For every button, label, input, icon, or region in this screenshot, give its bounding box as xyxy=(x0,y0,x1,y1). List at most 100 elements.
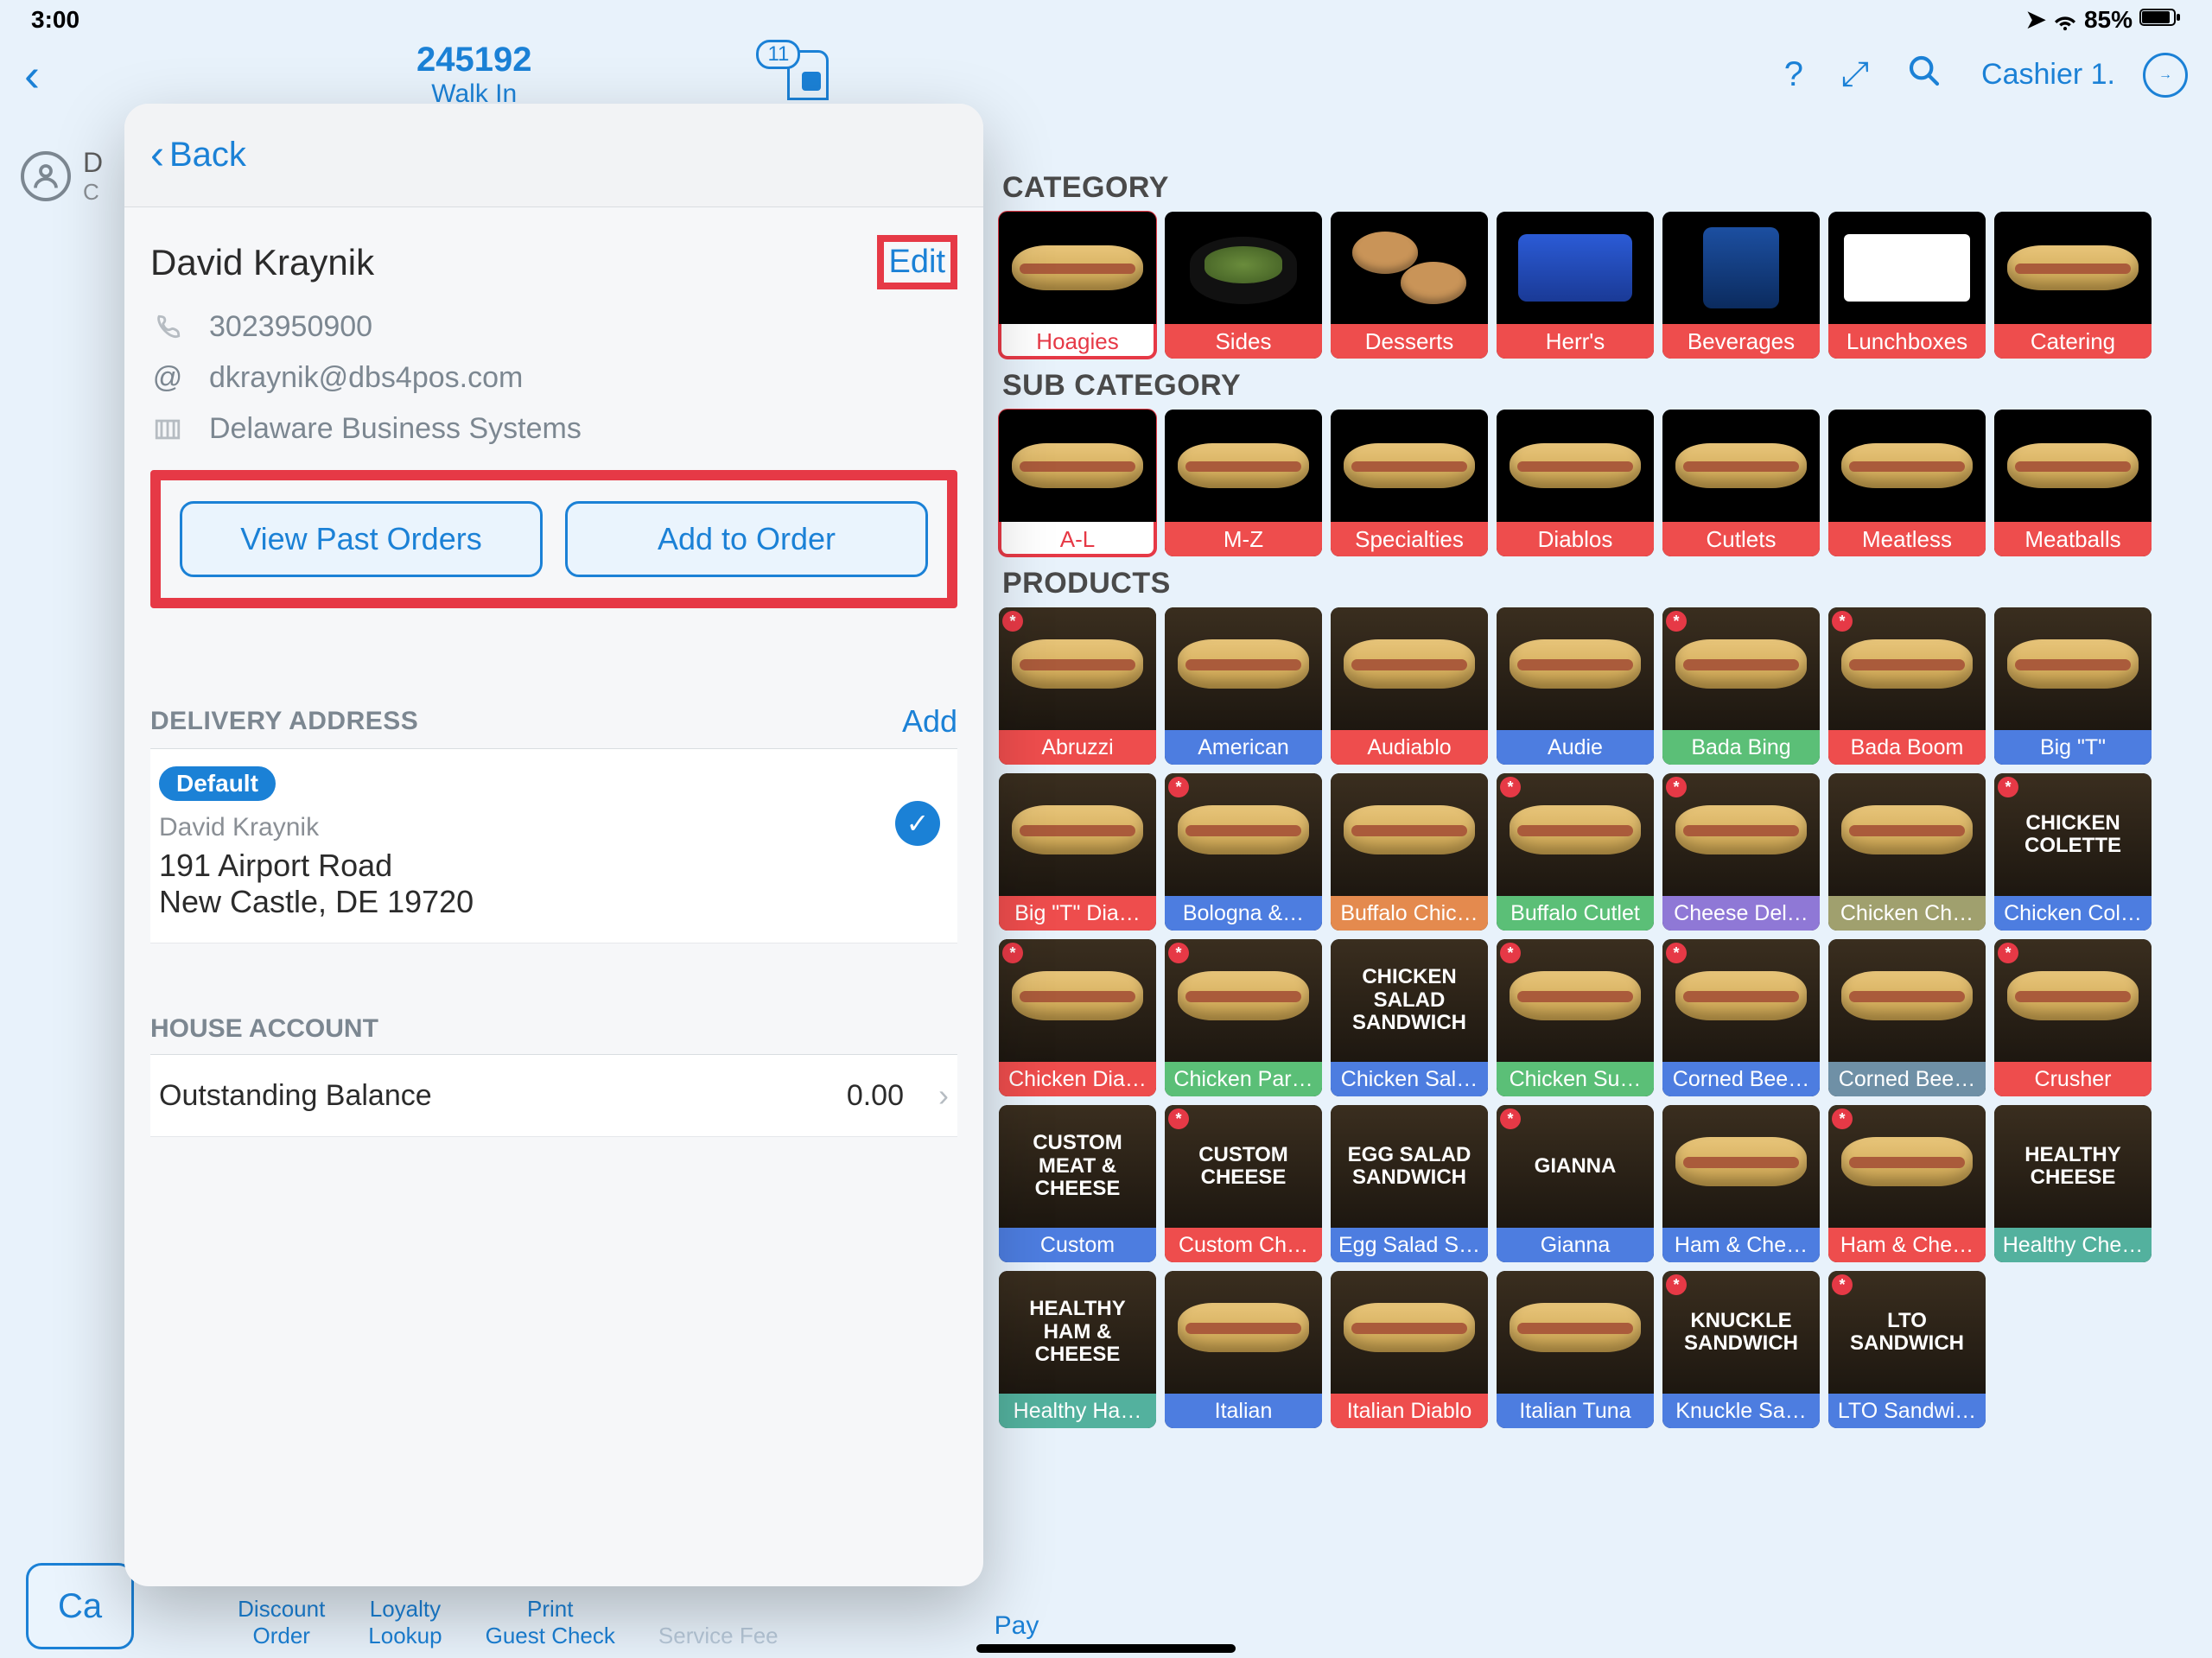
order-doc-badge[interactable]: 11 xyxy=(787,50,829,100)
product-label: Ham & Che… xyxy=(1662,1228,1820,1262)
product-tile-big-t-dia-[interactable]: Big "T" Dia… xyxy=(999,773,1156,931)
star-badge: * xyxy=(1500,943,1521,963)
doc-count: 11 xyxy=(756,40,800,69)
category-tile-hoagies[interactable]: Hoagies xyxy=(999,212,1156,359)
loyalty-lookup-button[interactable]: Loyalty Lookup xyxy=(368,1596,442,1649)
category-tile-herr-s[interactable]: Herr's xyxy=(1497,212,1654,359)
product-tile-ham-che-[interactable]: Ham & Che… xyxy=(1662,1105,1820,1262)
product-tile-corned-bee-[interactable]: Corned Bee… xyxy=(1828,939,1986,1096)
product-image: * xyxy=(1662,939,1820,1062)
product-tile-italian-diablo[interactable]: Italian Diablo xyxy=(1331,1271,1488,1428)
help-icon[interactable]: ? xyxy=(1784,55,1803,94)
print-guest-check-button[interactable]: Print Guest Check xyxy=(486,1596,615,1649)
product-tile-gianna[interactable]: *GIANNAGianna xyxy=(1497,1105,1654,1262)
edit-button[interactable]: Edit xyxy=(889,244,945,280)
product-tile-knuckle-sa-[interactable]: *KNUCKLE SANDWICHKnuckle Sa… xyxy=(1662,1271,1820,1428)
customer-chip[interactable]: D C xyxy=(21,147,103,206)
customer-email: dkraynik@dbs4pos.com xyxy=(209,361,523,395)
product-tile-healthy-che-[interactable]: HEALTHY CHEESEHealthy Che… xyxy=(1994,1105,2152,1262)
product-tile-bologna-[interactable]: *Bologna &… xyxy=(1165,773,1322,931)
product-image xyxy=(1331,773,1488,896)
product-label: Bada Bing xyxy=(1662,730,1820,765)
resize-icon[interactable]: ⤢ xyxy=(1841,55,1869,94)
back-chevron[interactable]: ‹ xyxy=(24,48,40,102)
product-image xyxy=(1497,607,1654,730)
company-icon xyxy=(150,415,185,444)
product-image xyxy=(1497,1271,1654,1394)
subcategory-tile-meatballs[interactable]: Meatballs xyxy=(1994,410,2152,556)
popover-back-button[interactable]: ‹ Back xyxy=(150,131,246,179)
subcategory-tile-specialties[interactable]: Specialties xyxy=(1331,410,1488,556)
category-tile-desserts[interactable]: Desserts xyxy=(1331,212,1488,359)
product-tile-corned-bee-[interactable]: *Corned Bee… xyxy=(1662,939,1820,1096)
view-past-orders-button[interactable]: View Past Orders xyxy=(180,501,543,577)
add-address-button[interactable]: Add xyxy=(902,703,957,740)
product-image: *KNUCKLE SANDWICH xyxy=(1662,1271,1820,1394)
search-icon[interactable] xyxy=(1907,54,1942,97)
avatar-icon xyxy=(21,151,71,201)
product-tile-audie[interactable]: Audie xyxy=(1497,607,1654,765)
subcategory-tile-cutlets[interactable]: Cutlets xyxy=(1662,410,1820,556)
product-tile-ham-che-[interactable]: *Ham & Che… xyxy=(1828,1105,1986,1262)
product-tile-audiablo[interactable]: Audiablo xyxy=(1331,607,1488,765)
product-tile-abruzzi[interactable]: *Abruzzi xyxy=(999,607,1156,765)
category-tile-catering[interactable]: Catering xyxy=(1994,212,2152,359)
cancel-label: Ca xyxy=(58,1587,102,1626)
product-tile-italian-tuna[interactable]: Italian Tuna xyxy=(1497,1271,1654,1428)
category-tile-label: Catering xyxy=(1994,324,2152,359)
product-image xyxy=(1165,1271,1322,1394)
product-tile-bada-boom[interactable]: *Bada Boom xyxy=(1828,607,1986,765)
subcategory-tile-m-z[interactable]: M-Z xyxy=(1165,410,1322,556)
subcategory-tile-meatless[interactable]: Meatless xyxy=(1828,410,1986,556)
phone-icon xyxy=(150,313,185,342)
add-to-order-button[interactable]: Add to Order xyxy=(565,501,928,577)
product-image xyxy=(1165,607,1322,730)
product-image: *LTO SANDWICH xyxy=(1828,1271,1986,1394)
outstanding-balance-row[interactable]: Outstanding Balance 0.00 › xyxy=(150,1055,957,1137)
subcategory-title: SUB CATEGORY xyxy=(1002,369,2196,403)
category-tile-sides[interactable]: Sides xyxy=(1165,212,1322,359)
product-tile-chicken-ch-[interactable]: Chicken Ch… xyxy=(1828,773,1986,931)
product-image: HEALTHY CHEESE xyxy=(1994,1105,2152,1228)
product-tile-buffalo-chic-[interactable]: Buffalo Chic… xyxy=(1331,773,1488,931)
product-tile-chicken-su-[interactable]: *Chicken Su… xyxy=(1497,939,1654,1096)
customer-popover: ‹ Back David Kraynik Edit 3023950900 @ d… xyxy=(124,104,983,1586)
product-tile-crusher[interactable]: * Crusher xyxy=(1994,939,2152,1096)
product-tile-chicken-sal-[interactable]: CHICKEN SALAD SANDWICHChicken Sal… xyxy=(1331,939,1488,1096)
product-tile-chicken-dia-[interactable]: *Chicken Dia… xyxy=(999,939,1156,1096)
cancel-button[interactable]: Ca xyxy=(26,1563,134,1649)
product-tile-big-t-[interactable]: Big "T" xyxy=(1994,607,2152,765)
product-label: Big "T" xyxy=(1994,730,2152,765)
address-row[interactable]: Default David Kraynik 191 Airport Road N… xyxy=(150,749,957,943)
subcategory-tile-diablos[interactable]: Diablos xyxy=(1497,410,1654,556)
product-label: Big "T" Dia… xyxy=(999,896,1156,931)
status-bar: 3:00 ➤ 85% xyxy=(0,0,2212,34)
category-tile-lunchboxes[interactable]: Lunchboxes xyxy=(1828,212,1986,359)
subcategory-tile-label: A-L xyxy=(999,522,1156,556)
product-tile-bada-bing[interactable]: *Bada Bing xyxy=(1662,607,1820,765)
product-tile-custom-ch-[interactable]: *CUSTOM CHEESECustom Ch… xyxy=(1165,1105,1322,1262)
logout-icon[interactable]: → xyxy=(2143,53,2188,98)
subcategory-tile-a-l[interactable]: A-L xyxy=(999,410,1156,556)
product-image: * xyxy=(1165,939,1322,1062)
star-badge: * xyxy=(1998,943,2018,963)
product-label: Crusher xyxy=(1994,1062,2152,1096)
subcategory-tile-label: Diablos xyxy=(1497,522,1654,556)
product-tile-lto-sandwi-[interactable]: *LTO SANDWICHLTO Sandwi… xyxy=(1828,1271,1986,1428)
product-tile-cheese-del-[interactable]: *Cheese Del… xyxy=(1662,773,1820,931)
cashier-label[interactable]: Cashier 1. xyxy=(1981,58,2115,92)
product-tile-american[interactable]: American xyxy=(1165,607,1322,765)
product-tile-egg-salad-s-[interactable]: EGG SALAD SANDWICHEgg Salad S… xyxy=(1331,1105,1488,1262)
category-tile-beverages[interactable]: Beverages xyxy=(1662,212,1820,359)
product-tile-chicken-col-[interactable]: *CHICKEN COLETTEChicken Col… xyxy=(1994,773,2152,931)
product-tile-chicken-par-[interactable]: *Chicken Par… xyxy=(1165,939,1322,1096)
customer-phone: 3023950900 xyxy=(209,310,372,344)
category-tile-image xyxy=(1662,212,1820,324)
product-tile-italian[interactable]: Italian xyxy=(1165,1271,1322,1428)
product-tile-healthy-ha-[interactable]: HEALTHY HAM & CHEESEHealthy Ha… xyxy=(999,1271,1156,1428)
product-tile-custom[interactable]: CUSTOM MEAT & CHEESECustom xyxy=(999,1105,1156,1262)
category-tile-label: Desserts xyxy=(1331,324,1488,359)
product-image xyxy=(1331,1271,1488,1394)
product-tile-buffalo-cutlet[interactable]: *Buffalo Cutlet xyxy=(1497,773,1654,931)
service-fee-button[interactable]: Service Fee xyxy=(658,1623,779,1649)
